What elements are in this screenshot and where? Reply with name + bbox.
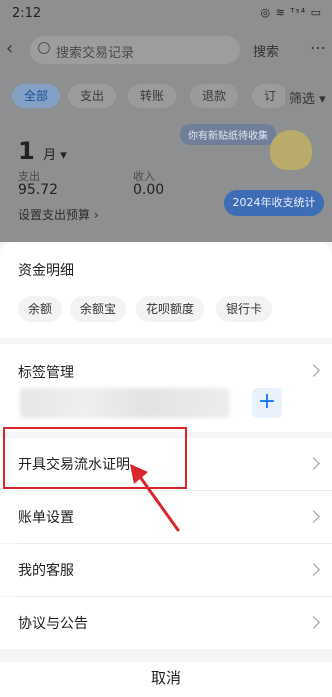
tags-section: 标签管理 + xyxy=(0,344,332,432)
month-unit: 月 xyxy=(43,148,57,163)
expense-value: 95.72 xyxy=(18,182,59,198)
chevron-right-icon xyxy=(307,457,320,470)
annotation-arrow-icon xyxy=(130,464,180,532)
budget-label: 设置支出预算 xyxy=(18,208,91,222)
row-agreements[interactable]: 协议与公告 xyxy=(0,597,332,649)
funds-title: 资金明细 xyxy=(18,263,74,279)
more-icon[interactable]: ⋯ xyxy=(310,38,326,57)
mascot-icon[interactable] xyxy=(270,130,312,170)
caret-down-icon: ▾ xyxy=(56,148,67,163)
row-label: 我的客服 xyxy=(18,563,74,579)
funds-balance[interactable]: 余额 xyxy=(18,296,63,322)
chevron-right-icon xyxy=(307,563,320,576)
funds-yuebao[interactable]: 余额宝 xyxy=(70,296,127,322)
row-label: 账单设置 xyxy=(18,510,74,526)
year-stats-button[interactable]: 2024年收支统计 xyxy=(224,190,324,216)
back-icon[interactable]: ‹ xyxy=(6,38,13,59)
month-selector[interactable]: 1 月 ▾ xyxy=(18,137,67,165)
funds-huabei[interactable]: 花呗额度 xyxy=(136,296,205,322)
funds-bankcard[interactable]: 银行卡 xyxy=(216,296,273,322)
row-label: 协议与公告 xyxy=(18,616,88,632)
status-time: 2:12 xyxy=(12,6,42,21)
search-input[interactable]: 搜索交易记录 xyxy=(30,36,240,64)
caret-down-icon: ▾ xyxy=(315,92,326,107)
status-icons: ◎ ≋ ᵀˢ⁴ ▭ xyxy=(260,6,322,19)
background-app: 2:12 ◎ ≋ ᵀˢ⁴ ▭ ‹ 搜索交易记录 搜索 ⋯ 全部 支出 转账 退款… xyxy=(0,0,332,250)
tags-title: 标签管理 xyxy=(18,365,74,381)
status-bar: 2:12 ◎ ≋ ᵀˢ⁴ ▭ xyxy=(0,0,332,28)
tab-expense[interactable]: 支出 xyxy=(68,84,117,108)
tab-order[interactable]: 订 xyxy=(252,84,289,108)
search-icon xyxy=(38,42,50,54)
funds-section: 资金明细 余额 余额宝 花呗额度 银行卡 xyxy=(0,242,332,338)
tab-transfer[interactable]: 转账 xyxy=(128,84,177,108)
row-customer-service[interactable]: 我的客服 xyxy=(0,544,332,596)
cancel-button[interactable]: 取消 xyxy=(0,662,332,697)
search-placeholder: 搜索交易记录 xyxy=(56,46,135,61)
month-number: 1 xyxy=(18,137,35,165)
chevron-right-icon[interactable] xyxy=(307,364,320,377)
tab-all[interactable]: 全部 xyxy=(12,84,61,108)
budget-link[interactable]: 设置支出预算 › xyxy=(18,206,99,223)
filter-label: 筛选 xyxy=(289,92,316,107)
chevron-right-icon xyxy=(307,616,320,629)
tab-refund[interactable]: 退款 xyxy=(190,84,239,108)
filter-tabs: 全部 支出 转账 退款 订 xyxy=(0,84,332,110)
search-button[interactable]: 搜索 xyxy=(253,41,279,60)
sticker-tip[interactable]: 你有新贴纸待收集 xyxy=(180,124,276,145)
chevron-right-icon xyxy=(307,510,320,523)
tags-blurred-list xyxy=(20,388,230,418)
filter-button[interactable]: 筛选 ▾ xyxy=(285,88,326,107)
income-value: 0.00 xyxy=(133,182,165,198)
add-tag-button[interactable]: + xyxy=(252,388,282,418)
